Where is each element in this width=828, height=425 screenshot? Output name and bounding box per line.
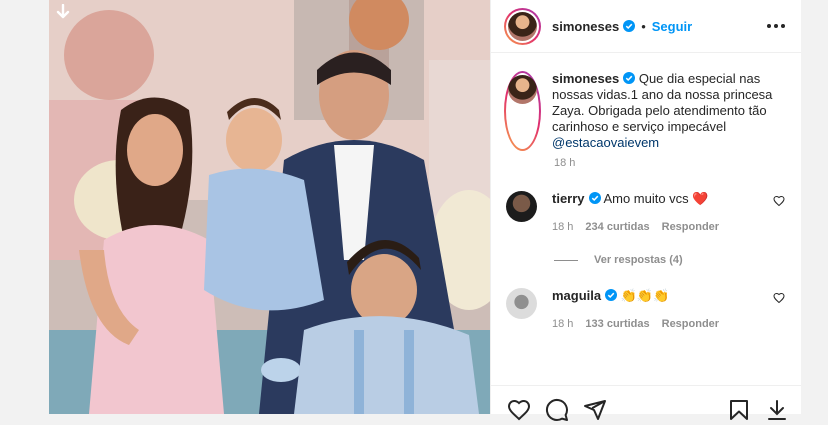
separator-dot: • [641,18,646,34]
post-header: simoneses • Seguir [491,0,801,53]
heart-icon[interactable] [773,195,785,207]
post-photo-illustration [49,0,490,414]
bookmark-icon[interactable] [727,398,751,422]
comment-text: Amo muito vcs [603,191,689,206]
post-actions-bar [491,385,801,425]
heart-icon[interactable] [773,292,785,304]
post-timestamp[interactable]: 18 h [554,157,801,169]
heart-icon[interactable] [507,398,531,422]
comment-line: tierry Amo muito vcs ❤️ [552,191,773,207]
instagram-post: simoneses • Seguir simoneses Que dia esp… [49,0,801,421]
comment-username[interactable]: tierry [552,191,585,206]
comment-username[interactable]: maguila [552,288,601,303]
author-username[interactable]: simoneses [552,19,619,34]
share-icon[interactable] [583,398,607,422]
caption-avatar[interactable] [504,71,541,151]
follow-button[interactable]: Seguir [652,19,692,34]
commenter-avatar[interactable] [506,191,537,222]
author-avatar[interactable] [504,7,541,45]
comment-item: tierry Amo muito vcs ❤️ 18 h 234 curtida… [491,191,801,233]
view-replies-label[interactable]: Ver respostas (4) [594,254,683,266]
caption-mention-link[interactable]: @estacaovaievem [552,135,659,150]
comment-item: maguila 👏👏👏 18 h 133 curtidas Responder [491,288,801,330]
comment-emoji: 👏👏👏 [620,288,670,303]
reply-button[interactable]: Responder [662,221,719,233]
commenter-avatar[interactable] [506,288,537,319]
caption-username[interactable]: simoneses [552,71,619,86]
verified-icon [623,72,636,84]
view-replies-button[interactable]: Ver respostas (4) [554,254,801,266]
comment-time[interactable]: 18 h [552,318,573,330]
post-caption: simoneses Que dia especial nas nossas vi… [491,53,801,151]
comment-meta: 18 h 133 curtidas Responder [552,318,773,330]
post-sidebar: simoneses • Seguir simoneses Que dia esp… [490,0,801,421]
comment-likes[interactable]: 133 curtidas [585,318,649,330]
more-options-icon[interactable] [767,24,785,28]
verified-icon [623,20,636,32]
comment-line: maguila 👏👏👏 [552,288,773,304]
comment-icon[interactable] [545,398,569,422]
caption-text: simoneses Que dia especial nas nossas vi… [552,71,782,151]
reply-button[interactable]: Responder [662,318,719,330]
verified-icon [605,289,618,301]
comment-time[interactable]: 18 h [552,221,573,233]
replies-divider-line [554,259,578,261]
screenshot-frame: simoneses • Seguir simoneses Que dia esp… [0,0,828,421]
verified-icon [588,192,601,204]
comment-likes[interactable]: 234 curtidas [585,221,649,233]
download-icon[interactable] [55,4,71,22]
post-photo[interactable] [49,0,490,414]
comment-meta: 18 h 234 curtidas Responder [552,221,773,233]
comment-emoji: ❤️ [692,191,709,206]
download-icon[interactable] [765,398,789,422]
